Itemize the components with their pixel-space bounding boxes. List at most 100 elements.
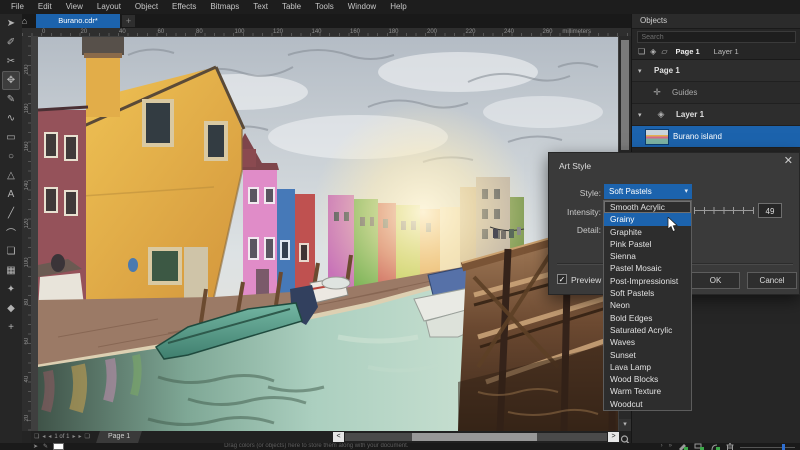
eyedropper-tool[interactable]: ✦	[2, 280, 20, 299]
horizontal-scrollbar[interactable]	[345, 433, 607, 441]
document-tab[interactable]: Burano.cdr*	[36, 14, 120, 28]
scroll-down-icon[interactable]: ▾	[619, 419, 631, 431]
menu-item[interactable]: Table	[275, 0, 308, 14]
style-option[interactable]: Sunset	[604, 349, 691, 361]
ok-button[interactable]: OK	[691, 272, 740, 289]
palette-size-slider[interactable]	[740, 444, 795, 450]
status-bar: ➤ ✎ Drag colors (or objects) here to sto…	[0, 443, 800, 450]
style-option[interactable]: Soft Pastels	[604, 287, 691, 299]
add-page-icon[interactable]: ❏	[84, 431, 89, 443]
add-color-icon[interactable]	[678, 443, 688, 450]
shape-tool[interactable]: ✐	[2, 33, 20, 52]
pen-icon: ✎	[43, 443, 48, 450]
style-option[interactable]: Smooth Acrylic	[604, 201, 691, 213]
color-swatch[interactable]	[53, 443, 64, 450]
style-option[interactable]: Post-Impressionist	[604, 275, 691, 287]
edit-across-layers-icon[interactable]: ❏	[638, 47, 645, 56]
style-option[interactable]: Lava Lamp	[604, 361, 691, 373]
palette-expand-all-icon[interactable]: »	[669, 443, 672, 450]
trash-icon[interactable]	[726, 443, 734, 450]
cancel-button[interactable]: Cancel	[747, 272, 797, 289]
intensity-value-field[interactable]: 49	[758, 203, 782, 218]
style-option[interactable]: Woodcut	[604, 398, 691, 410]
menu-item[interactable]: Edit	[31, 0, 59, 14]
style-option[interactable]: Warm Texture	[604, 385, 691, 397]
pick-tool[interactable]: ➤	[2, 14, 20, 33]
chevron-down-icon[interactable]: ▾	[638, 111, 650, 119]
menu-item[interactable]: Tools	[308, 0, 341, 14]
burano-artwork	[38, 37, 618, 431]
menu-item[interactable]: Text	[246, 0, 275, 14]
new-document-button[interactable]: +	[122, 15, 135, 27]
add-tool-button[interactable]: +	[2, 318, 20, 337]
next-page-icon[interactable]: ▸	[72, 431, 75, 443]
tree-item-layer[interactable]: ▾ ◈ Layer 1	[632, 104, 800, 126]
first-page-icon[interactable]: ◂	[42, 431, 45, 443]
add-object-color-icon[interactable]	[710, 443, 720, 450]
ruler-unit: millimeters	[562, 28, 591, 36]
tree-item-guides[interactable]: ✛ Guides	[632, 82, 800, 104]
document-tab-bar: ⌂ Burano.cdr* +	[16, 14, 631, 28]
palette-size-slider-thumb[interactable]	[782, 444, 785, 450]
menu-item[interactable]: Layout	[90, 0, 128, 14]
style-option[interactable]: Sienna	[604, 250, 691, 262]
style-select[interactable]: Soft Pastels ▾	[604, 184, 692, 199]
freehand-tool[interactable]: ✎	[2, 90, 20, 109]
menu-item[interactable]: File	[4, 0, 31, 14]
prev-page-icon[interactable]: ◂	[48, 431, 51, 443]
style-option[interactable]: Pastel Mosaic	[604, 262, 691, 274]
ellipse-tool[interactable]: ○	[2, 147, 20, 166]
search-input[interactable]	[637, 31, 796, 43]
crop-tool[interactable]: ✂	[2, 52, 20, 71]
page-tab[interactable]: Page 1	[96, 431, 142, 443]
horizontal-ruler: millimeters 0204060801001201401601802002…	[22, 28, 631, 36]
style-option[interactable]: Saturated Acrylic	[604, 324, 691, 336]
chevron-down-icon[interactable]: ▾	[638, 67, 650, 75]
add-fill-icon[interactable]	[694, 443, 704, 450]
menu-item[interactable]: Effects	[165, 0, 203, 14]
horizontal-scrollbar-thumb[interactable]	[412, 433, 537, 441]
polygon-tool[interactable]: △	[2, 166, 20, 185]
new-page-icon[interactable]: ▱	[661, 47, 667, 56]
chevron-down-icon: ▾	[684, 184, 688, 199]
style-option[interactable]: Graphite	[604, 226, 691, 238]
rectangle-tool[interactable]: ▭	[2, 128, 20, 147]
scroll-left-button[interactable]: <	[333, 432, 344, 442]
artistic-media-tool[interactable]: ∿	[2, 109, 20, 128]
style-option[interactable]: Wood Blocks	[604, 373, 691, 385]
scroll-right-button[interactable]: >	[608, 432, 619, 442]
style-option[interactable]: Grainy	[604, 213, 691, 225]
dimension-tool[interactable]: ╱	[2, 204, 20, 223]
menu-item[interactable]: Object	[128, 0, 165, 14]
close-icon[interactable]: ✕	[784, 155, 793, 167]
fill-tool[interactable]: ◆	[2, 299, 20, 318]
pan-tool[interactable]: ✥	[2, 71, 20, 90]
connector-tool[interactable]: ⌒	[2, 223, 20, 242]
menu-item[interactable]: Window	[341, 0, 383, 14]
transparency-tool[interactable]: ▦	[2, 261, 20, 280]
vertical-scrollbar-thumb[interactable]	[621, 40, 629, 150]
preview-checkbox[interactable]: ✓	[557, 274, 567, 284]
layer-manager-icon[interactable]: ◈	[650, 47, 656, 56]
drop-shadow-tool[interactable]: ❏	[2, 242, 20, 261]
last-page-icon[interactable]: ▸	[78, 431, 81, 443]
style-option[interactable]: Neon	[604, 299, 691, 311]
canvas-area	[31, 36, 619, 431]
docker-title: Objects	[632, 14, 800, 29]
intensity-slider[interactable]	[694, 206, 754, 215]
menu-item[interactable]: Bitmaps	[203, 0, 246, 14]
menu-item[interactable]: Help	[383, 0, 413, 14]
page-doc-icon[interactable]: ❏	[34, 431, 39, 443]
tree-item-page[interactable]: ▾ Page 1	[632, 60, 800, 82]
canvas-image[interactable]	[38, 37, 618, 431]
text-tool[interactable]: A	[2, 185, 20, 204]
menu-item[interactable]: View	[59, 0, 90, 14]
zoom-icon[interactable]	[620, 432, 631, 442]
tree-item-burano-island[interactable]: Burano island	[632, 126, 800, 148]
style-option[interactable]: Pink Pastel	[604, 238, 691, 250]
palette-expand-icon[interactable]: ›	[661, 443, 663, 450]
vertical-ruler: 20018016014012010080604020	[22, 36, 31, 431]
intensity-label: Intensity:	[551, 207, 601, 217]
style-option[interactable]: Waves	[604, 336, 691, 348]
style-option[interactable]: Bold Edges	[604, 312, 691, 324]
